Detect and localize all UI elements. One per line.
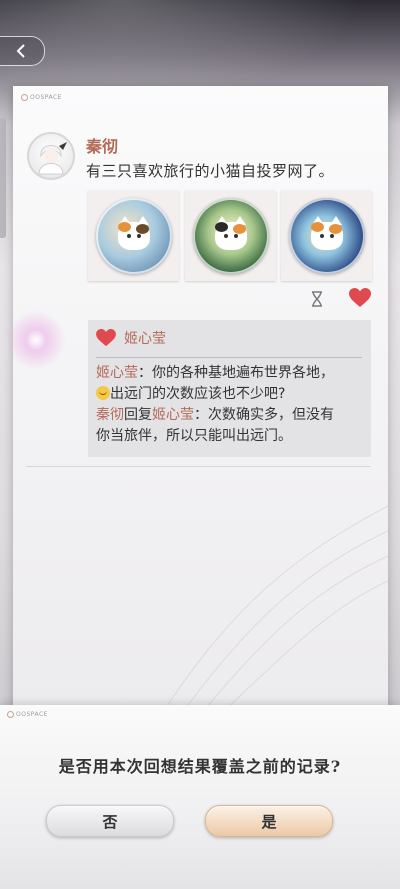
cat-figure (310, 215, 343, 250)
likes-row: 姬心莹 (96, 328, 166, 348)
badge-sunflower-cat (192, 197, 269, 274)
reply-word: 回复 (124, 407, 152, 423)
brand-logo: OOSPACE (7, 711, 48, 718)
cat-figure (214, 215, 247, 250)
brand-logo-mark (21, 94, 28, 101)
sparkle-decoration (6, 310, 66, 370)
post-photo-2[interactable] (185, 190, 276, 281)
yes-button[interactable]: 是 (205, 805, 333, 837)
no-button[interactable]: 否 (46, 805, 174, 837)
post-photo-1[interactable] (88, 190, 179, 281)
badge-night-sky-cat (288, 197, 365, 274)
hourglass-icon[interactable] (310, 291, 324, 307)
liker-name[interactable]: 姬心莹 (124, 328, 166, 348)
comment-2[interactable]: 秦彻回复姬心莹：次数确实多，但没有 (96, 405, 334, 425)
confirm-dialog: OOSPACE 是否用本次回想结果覆盖之前的记录? 否 是 (0, 705, 400, 889)
brand-logo: OOSPACE (21, 94, 62, 101)
cat-figure (117, 215, 150, 250)
comment-author[interactable]: 秦彻 (96, 407, 124, 423)
heart-icon (96, 329, 116, 347)
reply-target[interactable]: 姬心莹 (152, 407, 194, 423)
post-photo-3[interactable] (281, 190, 372, 281)
moment-card: OOSPACE 秦彻 有三只喜欢旅行的小猫自投罗网了。 姬心莹 姬心莹：你的各种… (13, 86, 388, 712)
post-author[interactable]: 秦彻 (86, 133, 118, 157)
brand-logo-mark (7, 711, 14, 718)
chevron-left-icon (16, 44, 25, 58)
side-drawer-handle[interactable] (0, 118, 6, 238)
comments-panel: 姬心莹 姬心莹：你的各种基地遍布世界各地， 出远门的次数应该也不少吧? 秦彻回复… (88, 320, 371, 457)
post-text: 有三只喜欢旅行的小猫自投罗网了。 (86, 162, 335, 180)
comment-author[interactable]: 姬心莹 (96, 365, 138, 381)
dialog-question: 是否用本次回想结果覆盖之前的记录? (58, 757, 342, 776)
back-button[interactable] (0, 36, 45, 66)
comment-2-continued: 你当旅伴，所以只能叫出远门。 (96, 426, 292, 446)
smile-emoji-icon (96, 386, 110, 400)
comment-text: ：次数确实多，但没有 (194, 407, 334, 423)
author-avatar[interactable] (27, 132, 75, 180)
brand-logo-text: OOSPACE (30, 94, 62, 101)
badge-travel-globe-cat (95, 197, 172, 274)
brand-logo-text: OOSPACE (16, 711, 48, 718)
comment-text: 出远门的次数应该也不少吧? (110, 386, 286, 402)
heart-icon[interactable] (349, 288, 371, 308)
comment-text: 你当旅伴，所以只能叫出远门。 (96, 428, 292, 444)
card-divider (26, 466, 371, 467)
comment-text: ：你的各种基地遍布世界各地， (138, 365, 334, 381)
comments-divider (96, 357, 362, 358)
avatar-illustration (38, 142, 67, 175)
comment-1[interactable]: 姬心莹：你的各种基地遍布世界各地， (96, 363, 334, 383)
comment-1-continued: 出远门的次数应该也不少吧? (96, 384, 285, 404)
